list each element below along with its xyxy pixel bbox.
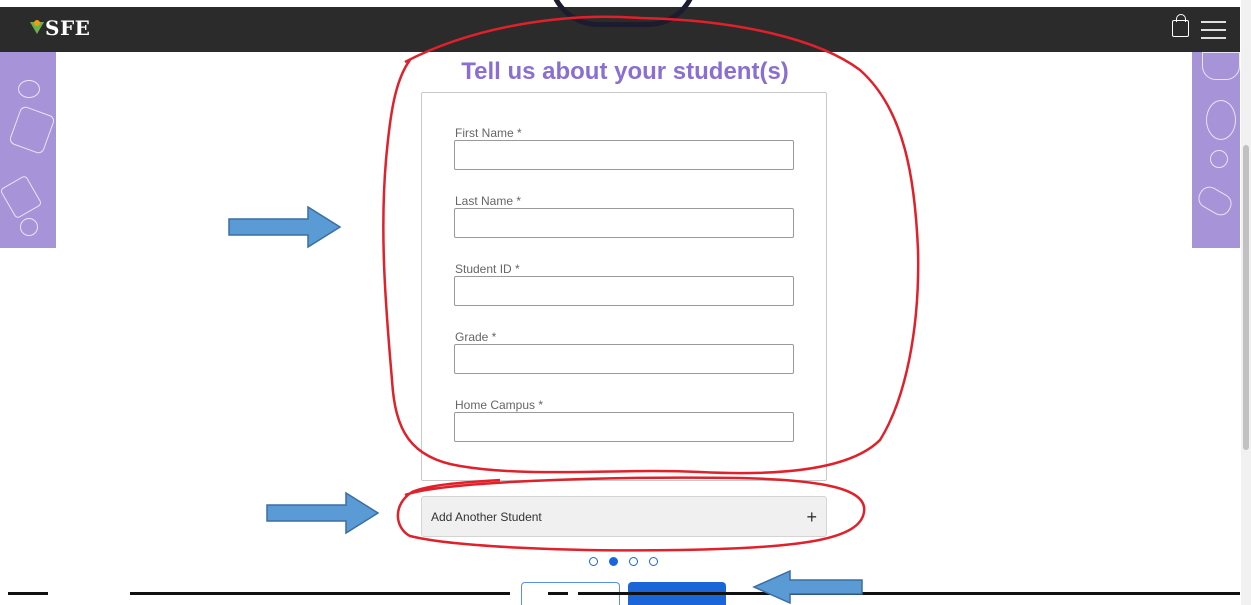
form-title: Tell us about your student(s) — [461, 58, 789, 85]
logo-text: SFE — [45, 16, 91, 40]
bottom-edge-segment — [578, 592, 1240, 595]
first-name-label: First Name * — [455, 126, 522, 140]
grade-input[interactable] — [454, 344, 794, 374]
blue-arrow-right-icon — [266, 491, 380, 535]
student-id-label: Student ID * — [455, 262, 520, 276]
step-dot-3[interactable] — [629, 557, 638, 566]
bottom-edge-segment — [130, 592, 510, 595]
step-indicator — [589, 557, 658, 566]
logo-mark-icon — [30, 20, 44, 36]
left-decorative-pattern — [0, 52, 56, 248]
first-name-input[interactable] — [454, 140, 794, 170]
student-id-input[interactable] — [454, 276, 794, 306]
right-decorative-pattern — [1192, 52, 1240, 248]
hamburger-menu-icon[interactable] — [1201, 21, 1226, 40]
brand-logo[interactable]: SFE — [30, 11, 90, 45]
student-info-card: First Name * Last Name * Student ID * Gr… — [421, 92, 827, 481]
home-campus-input[interactable] — [454, 412, 794, 442]
home-campus-label: Home Campus * — [455, 398, 544, 412]
last-name-input[interactable] — [454, 208, 794, 238]
grade-label: Grade * — [455, 330, 497, 344]
blue-arrow-left-icon — [752, 570, 863, 604]
plus-icon: + — [806, 506, 817, 527]
bottom-edge-segment — [548, 592, 568, 595]
add-another-student-label: Add Another Student — [431, 509, 542, 524]
top-navigation-bar: SFE — [0, 0, 1240, 52]
add-another-student-button[interactable]: Add Another Student + — [421, 496, 827, 537]
scrollbar-thumb[interactable] — [1243, 145, 1249, 450]
last-name-label: Last Name * — [455, 194, 522, 208]
step-dot-4[interactable] — [649, 557, 658, 566]
hero-arc-decoration — [548, 0, 698, 27]
bottom-edge-segment — [8, 592, 48, 595]
page-scrollbar[interactable] — [1241, 0, 1251, 605]
shopping-bag-icon[interactable] — [1172, 14, 1189, 37]
step-dot-1[interactable] — [589, 557, 598, 566]
step-dot-2[interactable] — [609, 557, 618, 566]
blue-arrow-right-icon — [228, 205, 342, 249]
